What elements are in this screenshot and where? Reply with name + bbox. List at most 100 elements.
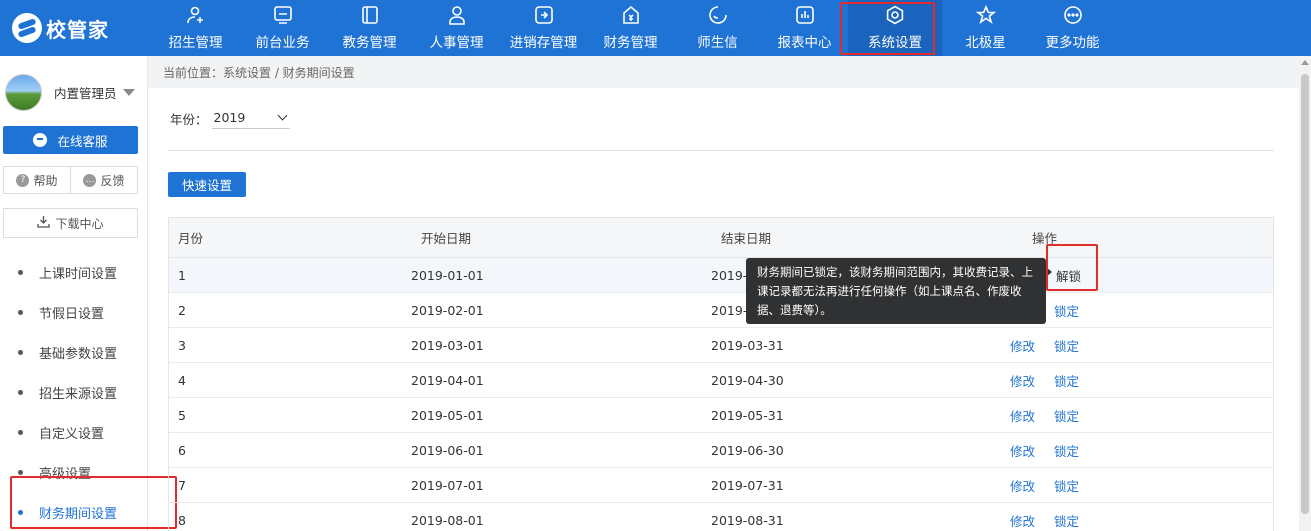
cell-month: 7 xyxy=(178,477,186,493)
cell-end-date: 2019-06-30 xyxy=(711,442,784,458)
table-header: 月份 开始日期 结束日期 操作 xyxy=(169,218,1273,258)
menu-item-enroll-source[interactable]: 招生来源设置 xyxy=(0,372,148,412)
cell-end-date: 2019-03-31 xyxy=(711,337,784,353)
table-row: 3 2019-03-01 2019-03-31 修改 锁定 xyxy=(169,328,1273,363)
question-icon: ? xyxy=(16,173,30,187)
logo[interactable]: 校管家 xyxy=(12,10,109,46)
table-row: 2 2019-02-01 2019-0 锁定 xyxy=(169,293,1273,328)
lock-link[interactable]: 锁定 xyxy=(1054,371,1079,390)
financial-period-table: 月份 开始日期 结束日期 操作 1 2019-01-01 2019-0 解锁 2 2019… xyxy=(168,217,1274,531)
person-icon xyxy=(446,4,468,26)
year-label: 年份： xyxy=(170,111,208,127)
avatar xyxy=(5,74,42,111)
year-select[interactable]: 2019 xyxy=(211,107,290,129)
message-icon xyxy=(707,4,729,26)
vertical-scrollbar[interactable] xyxy=(1299,56,1311,531)
cell-start-date: 2019-05-01 xyxy=(411,407,484,423)
menu-item-holidays[interactable]: 节假日设置 xyxy=(0,292,148,332)
cell-month: 5 xyxy=(178,407,186,423)
user-name: 内置管理员 xyxy=(54,86,117,101)
logo-icon xyxy=(12,13,42,43)
bullet-icon xyxy=(18,469,23,475)
nav-item-reports[interactable]: 报表中心 xyxy=(761,0,848,56)
lock-link[interactable]: 锁定 xyxy=(1054,441,1079,460)
nav-item-hr[interactable]: 人事管理 xyxy=(413,0,500,56)
edit-link[interactable]: 修改 xyxy=(1010,476,1035,495)
menu-item-custom[interactable]: 自定义设置 xyxy=(0,412,148,452)
lock-link[interactable]: 锁定 xyxy=(1054,301,1079,320)
cell-end-date: 2019-04-30 xyxy=(711,372,784,388)
lock-link[interactable]: 锁定 xyxy=(1054,511,1079,530)
cell-start-date: 2019-07-01 xyxy=(411,477,484,493)
online-service-button[interactable]: 在线客服 xyxy=(3,126,138,154)
star-icon xyxy=(975,4,997,26)
cell-month: 6 xyxy=(178,442,186,458)
column-header-end: 结束日期 xyxy=(721,231,772,246)
nav-item-finance[interactable]: 财务管理 xyxy=(587,0,674,56)
edit-link[interactable]: 修改 xyxy=(1010,406,1035,425)
highlight-box-unlock xyxy=(1046,244,1098,291)
nav-item-inventory[interactable]: 进销存管理 xyxy=(500,0,587,56)
lock-link[interactable]: 锁定 xyxy=(1054,476,1079,495)
table-row: 4 2019-04-01 2019-04-30 修改 锁定 xyxy=(169,363,1273,398)
edit-link[interactable]: 修改 xyxy=(1010,511,1035,530)
cell-start-date: 2019-01-01 xyxy=(411,267,484,283)
download-center-button[interactable]: 下载中心 xyxy=(3,208,138,238)
table-row: 1 2019-01-01 2019-0 解锁 xyxy=(169,258,1273,293)
sidebar: 内置管理员 在线客服 ? 帮助 … 反馈 下载中心 上课时间设置 节假日设置 基础参… xyxy=(0,56,148,531)
main-nav: 招生管理 前台业务 教务管理 人事管理 进销存管理 财务管理 师生信 报表中心 xyxy=(152,0,1116,56)
year-filter: 年份： 2019 xyxy=(170,107,290,129)
feedback-icon: … xyxy=(83,173,97,187)
cell-start-date: 2019-03-01 xyxy=(411,337,484,353)
highlight-box-financial-period xyxy=(10,476,177,529)
scroll-thumb[interactable] xyxy=(1301,74,1309,514)
divider xyxy=(168,150,1274,151)
more-icon xyxy=(1062,4,1084,26)
cell-month: 4 xyxy=(178,372,186,388)
column-header-month: 月份 xyxy=(178,231,204,246)
finance-icon xyxy=(620,4,642,26)
scroll-up-icon[interactable] xyxy=(1301,60,1309,65)
edit-link[interactable]: 修改 xyxy=(1010,371,1035,390)
user-add-icon xyxy=(185,4,207,26)
chevron-down-icon xyxy=(277,110,287,121)
nav-item-messages[interactable]: 师生信 xyxy=(674,0,761,56)
nav-item-enrollment[interactable]: 招生管理 xyxy=(152,0,239,56)
cell-end-date: 2019-07-31 xyxy=(711,477,784,493)
feedback-button[interactable]: … 反馈 xyxy=(71,167,137,193)
edit-link[interactable]: 修改 xyxy=(1010,336,1035,355)
menu-item-basic-params[interactable]: 基础参数设置 xyxy=(0,332,148,372)
table-body: 1 2019-01-01 2019-0 解锁 2 2019-02-01 2019-0 锁定 3 2… xyxy=(169,258,1273,531)
inventory-icon xyxy=(533,4,555,26)
table-row: 5 2019-05-01 2019-05-31 修改 锁定 xyxy=(169,398,1273,433)
monitor-icon xyxy=(272,4,294,26)
breadcrumb: 当前位置：系统设置 / 财务期间设置 xyxy=(148,56,1299,88)
table-row: 8 2019-08-01 2019-08-31 修改 锁定 xyxy=(169,503,1273,531)
nav-item-more[interactable]: 更多功能 xyxy=(1029,0,1116,56)
user-menu[interactable]: 内置管理员 xyxy=(5,74,135,111)
table-row: 6 2019-06-01 2019-06-30 修改 锁定 xyxy=(169,433,1273,468)
cell-start-date: 2019-06-01 xyxy=(411,442,484,458)
bullet-icon xyxy=(18,349,23,355)
lock-link[interactable]: 锁定 xyxy=(1054,336,1079,355)
nav-item-academic[interactable]: 教务管理 xyxy=(326,0,413,56)
highlight-box-system-settings xyxy=(840,2,935,55)
book-icon xyxy=(359,4,381,26)
caret-down-icon xyxy=(122,89,135,96)
help-feedback-row: ? 帮助 … 反馈 xyxy=(3,166,138,194)
cell-end-date: 2019-05-31 xyxy=(711,407,784,423)
menu-item-class-time[interactable]: 上课时间设置 xyxy=(0,252,148,292)
nav-item-front-desk[interactable]: 前台业务 xyxy=(239,0,326,56)
nav-item-polaris[interactable]: 北极星 xyxy=(942,0,1029,56)
help-button[interactable]: ? 帮助 xyxy=(4,167,71,193)
lock-link[interactable]: 锁定 xyxy=(1054,406,1079,425)
quick-setup-button[interactable]: 快速设置 xyxy=(168,172,246,197)
table-row: 7 2019-07-01 2019-07-31 修改 锁定 xyxy=(169,468,1273,503)
cell-start-date: 2019-08-01 xyxy=(411,512,484,528)
cell-month: 1 xyxy=(178,267,186,283)
edit-link[interactable]: 修改 xyxy=(1010,441,1035,460)
download-icon xyxy=(37,215,51,231)
cell-end-date: 2019-08-31 xyxy=(711,512,784,528)
chat-icon xyxy=(33,133,48,147)
cell-start-date: 2019-04-01 xyxy=(411,372,484,388)
